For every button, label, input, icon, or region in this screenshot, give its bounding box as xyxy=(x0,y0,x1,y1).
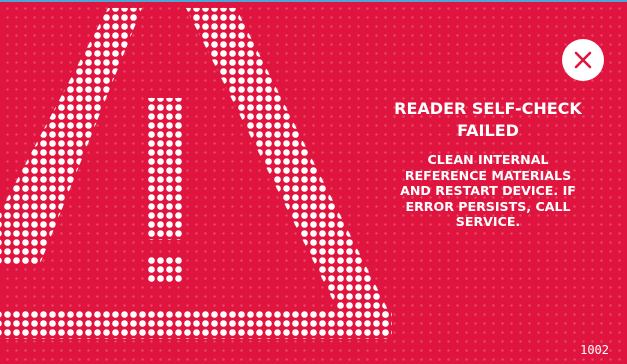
error-screen: READER SELF-CHECK FAILED CLEAN INTERNAL … xyxy=(0,0,627,364)
error-title: READER SELF-CHECK FAILED xyxy=(394,99,582,140)
exclamation-bar xyxy=(147,98,183,240)
exclamation-dot xyxy=(147,256,183,284)
close-button[interactable] xyxy=(562,39,604,81)
error-code: 1002 xyxy=(580,343,609,357)
close-icon xyxy=(574,51,592,69)
error-message: CLEAN INTERNAL REFERENCE MATERIALS AND R… xyxy=(400,152,576,229)
triangle-right-edge xyxy=(186,8,392,318)
triangle-base xyxy=(0,311,392,339)
triangle-left-edge xyxy=(0,8,142,264)
